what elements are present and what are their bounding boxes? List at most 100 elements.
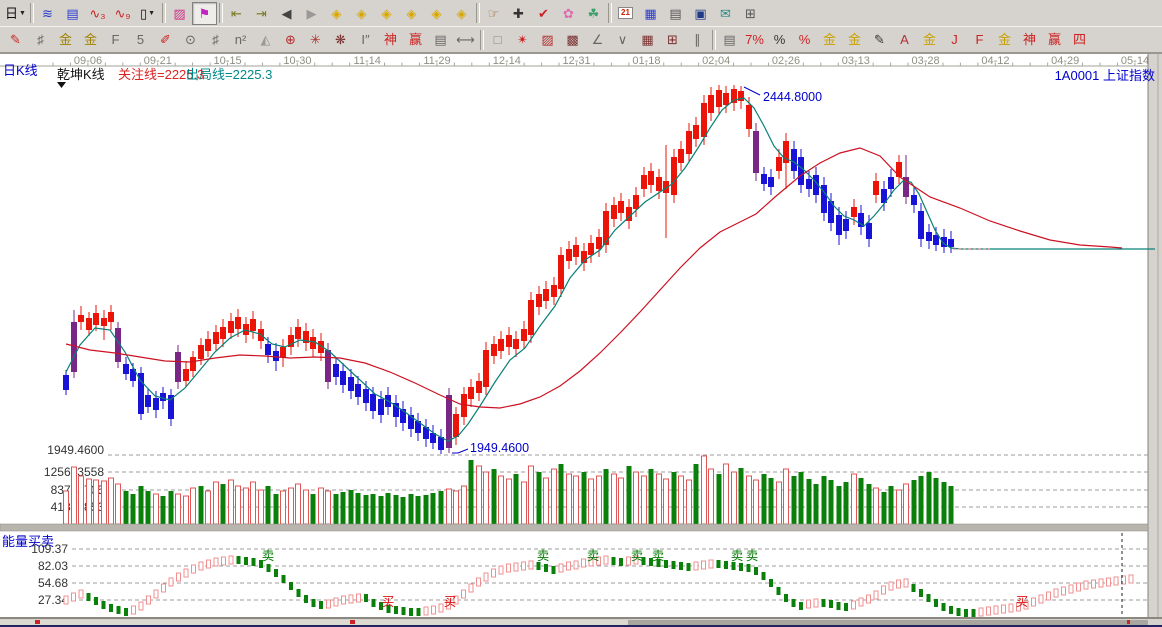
toolbar-button-grid-arrow[interactable]: ⊞ xyxy=(660,28,685,51)
toolbar-button-notes[interactable]: ▤ xyxy=(663,2,688,25)
ying-tool-icon: 赢 xyxy=(409,33,422,46)
toolbar-button-wave-a[interactable]: A xyxy=(892,28,917,51)
toolbar-button-ying-tool[interactable]: 赢 xyxy=(403,28,428,51)
toolbar-button-gold-stamp[interactable]: 金 xyxy=(917,28,942,51)
toolbar-button-dark-rect[interactable]: ▩ xyxy=(560,28,585,51)
panel-divider[interactable] xyxy=(0,524,1148,531)
toolbar-button-percent-baseline[interactable]: % xyxy=(792,28,817,51)
toolbar-button-percent[interactable]: % xyxy=(767,28,792,51)
toolbar-button-shaded-rect[interactable]: ▨ xyxy=(535,28,560,51)
toolbar-button-expand-view[interactable]: ◈ xyxy=(449,2,474,25)
toolbar-button-quote-mark-tool[interactable]: I″ xyxy=(353,28,378,51)
toolbar-button-kline-pattern[interactable]: ▨ xyxy=(167,2,192,25)
date-tick-label: 04-12 xyxy=(981,55,1009,67)
toolbar-button-export[interactable]: ✉ xyxy=(713,2,738,25)
toolbar-button-measure-width[interactable]: ⟷ xyxy=(453,28,478,51)
toolbar-button-compress-view[interactable]: ◈ xyxy=(424,2,449,25)
volume-bar xyxy=(927,472,932,524)
toolbar-button-pen-ruler[interactable]: ✎ xyxy=(867,28,892,51)
volume-bar xyxy=(154,494,159,524)
toolbar-button-fibonacci-lines[interactable]: F xyxy=(103,28,128,51)
toolbar-button-si-stamp[interactable]: 四 xyxy=(1067,28,1092,51)
toolbar-button-parallel-lines[interactable]: ∥ xyxy=(685,28,710,51)
period-label[interactable]: 日K线 xyxy=(3,63,38,78)
sub-indicator-bar xyxy=(507,564,511,572)
toolbar-button-draw-pen[interactable]: ✎ xyxy=(3,28,28,51)
toolbar-button-ribbon-tool[interactable]: ✿ xyxy=(556,2,581,25)
ray-fan-icon: ✴ xyxy=(517,33,528,46)
toolbar-button-gann-star[interactable]: ✳ xyxy=(303,28,328,51)
toolbar-button-zoom-in-right[interactable]: ◈ xyxy=(349,2,374,25)
toolbar-button-compress-horizontal[interactable]: ◈ xyxy=(399,2,424,25)
toolbar-button-info-panel[interactable]: ▤ xyxy=(60,2,85,25)
toolbar-button-ruler-123[interactable]: ▤ xyxy=(428,28,453,51)
toolbar-button-next-bar[interactable]: ▶ xyxy=(299,2,324,25)
candle-body xyxy=(370,394,376,411)
toolbar-button-ma3-lines[interactable]: ∿₃ xyxy=(85,2,110,25)
toolbar-button-spiral-five[interactable]: 5 xyxy=(128,28,153,51)
indicator-label[interactable]: 乾坤K线 xyxy=(57,67,105,82)
toolbar-button-candle-style[interactable]: ▯▼ xyxy=(135,2,160,25)
toolbar-button-ray-fan[interactable]: ✴ xyxy=(510,28,535,51)
toolbar-button-f-stamp[interactable]: F xyxy=(967,28,992,51)
toolbar-button-pointer-check-tool[interactable]: ✔ xyxy=(531,2,556,25)
toolbar-button-calendar[interactable]: 21 xyxy=(613,2,638,25)
toolbar-button-save[interactable]: ▣ xyxy=(688,2,713,25)
toolbar-button-zoom-out-left[interactable]: ◈ xyxy=(324,2,349,25)
toolbar-button-dark-grid[interactable]: ▦ xyxy=(635,28,660,51)
toolbar-button-print[interactable]: ⊞ xyxy=(738,2,763,25)
volume-bar xyxy=(672,472,677,524)
toolbar-button-gold-circle[interactable]: 金 xyxy=(817,28,842,51)
toolbar-button-calculator[interactable]: ▦ xyxy=(638,2,663,25)
toolbar-button-market-overview[interactable]: ≋ xyxy=(35,2,60,25)
toolbar-button-shen-tool[interactable]: 神 xyxy=(378,28,403,51)
toolbar-button-pan-hand-tool[interactable]: ☞ xyxy=(481,2,506,25)
toolbar-button-colored-kline[interactable]: ⚑ xyxy=(192,2,217,25)
toolbar-button-target-circle[interactable]: ⊕ xyxy=(278,28,303,51)
toolbar-button-angle-lines[interactable]: ∠ xyxy=(585,28,610,51)
toolbar-button-vee-lines[interactable]: ∨ xyxy=(610,28,635,51)
candle-body xyxy=(948,239,954,247)
toolbar-button-seven-percent[interactable]: 7% xyxy=(742,28,767,51)
sub-indicator-bar xyxy=(177,573,181,581)
chart-canvas[interactable]: 09-0609-2110-1510-3011-1411-2912-1412-31… xyxy=(0,53,1162,618)
sub-indicator-bar xyxy=(889,582,893,590)
period-day-selector-icon: 日 xyxy=(5,7,18,20)
toolbar-button-rect-tool[interactable]: □ xyxy=(485,28,510,51)
toolbar-button-first-bar[interactable]: ⇤ xyxy=(224,2,249,25)
toolbar-button-web-grid[interactable]: ❋ xyxy=(328,28,353,51)
toolbar-button-golden-section[interactable]: 金 xyxy=(53,28,78,51)
toolbar-button-period-day-selector[interactable]: 日▼ xyxy=(3,2,28,25)
toolbar-button-crosshair-tool[interactable]: ✚ xyxy=(506,2,531,25)
toolbar-button-grid-hash[interactable]: ♯ xyxy=(28,28,53,51)
toolbar-button-gold-stamp-2[interactable]: 金 xyxy=(992,28,1017,51)
percent-pen-icon: ✐ xyxy=(160,33,171,46)
volume-bar xyxy=(304,490,309,524)
symbol-label[interactable]: 1A0001 上证指数 xyxy=(1055,68,1155,83)
toolbar-button-ma9-lines[interactable]: ∿₉ xyxy=(110,2,135,25)
sub-indicator-bar xyxy=(192,565,196,573)
toolbar-button-brain-analysis[interactable]: ☘ xyxy=(581,2,606,25)
toolbar-button-last-bar[interactable]: ⇥ xyxy=(249,2,274,25)
buy-signal-label: 买 xyxy=(444,595,457,609)
toolbar-button-expand-horizontal[interactable]: ◈ xyxy=(374,2,399,25)
toolbar-button-n-square[interactable]: n² xyxy=(228,28,253,51)
toolbar-button-period-lines[interactable]: ♯ xyxy=(203,28,228,51)
toolbar-button-golden-box[interactable]: 金 xyxy=(78,28,103,51)
toolbar-button-list-123[interactable]: ▤ xyxy=(717,28,742,51)
n-square-icon: n² xyxy=(235,33,247,46)
sub-indicator-bar xyxy=(132,606,136,614)
sub-indicator-bar xyxy=(994,606,998,614)
candle-body xyxy=(78,315,84,322)
toolbar-button-ying-stamp[interactable]: 赢 xyxy=(1042,28,1067,51)
toolbar-button-pennant[interactable]: ◭ xyxy=(253,28,278,51)
toolbar-button-percent-pen[interactable]: ✐ xyxy=(153,28,178,51)
toolbar-button-prev-bar[interactable]: ◀ xyxy=(274,2,299,25)
toolbar-button-gold-triple[interactable]: 金 xyxy=(842,28,867,51)
toolbar-button-j-stamp[interactable]: J xyxy=(942,28,967,51)
candle-body xyxy=(205,339,211,351)
candle-body xyxy=(633,195,639,209)
toolbar-button-cycle-circle[interactable]: ⊙ xyxy=(178,28,203,51)
toolbar-button-shen-stamp[interactable]: 神 xyxy=(1017,28,1042,51)
toolbar-main: 日▼≋▤∿₃∿₉▯▼▨⚑⇤⇥◀▶◈◈◈◈◈◈☞✚✔✿☘21▦▤▣✉⊞ xyxy=(0,0,1162,27)
